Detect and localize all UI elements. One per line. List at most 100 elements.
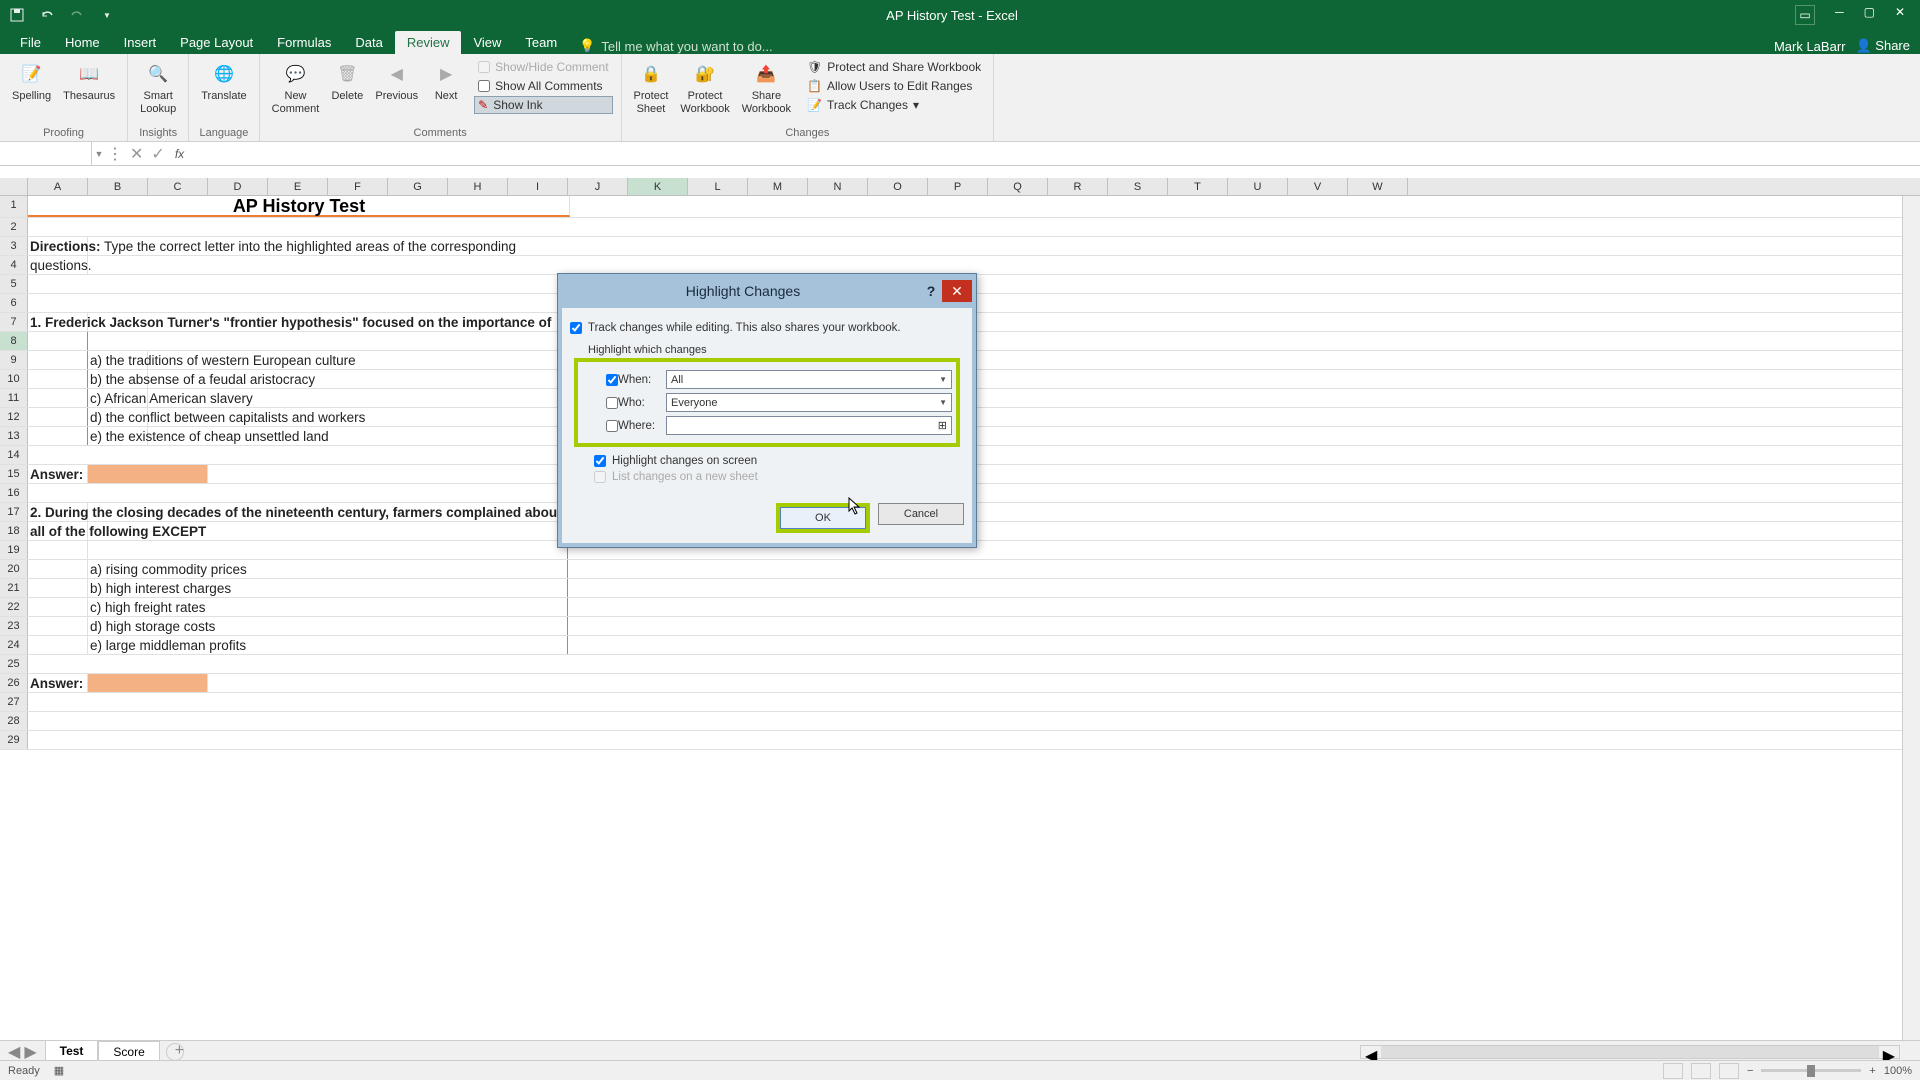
col-header[interactable]: W	[1348, 178, 1408, 195]
question-1[interactable]: 1. Frederick Jackson Turner's "frontier …	[28, 313, 88, 331]
tab-page-layout[interactable]: Page Layout	[168, 31, 265, 54]
tab-insert[interactable]: Insert	[112, 31, 169, 54]
col-header[interactable]: U	[1228, 178, 1288, 195]
row-header[interactable]: 2	[0, 218, 28, 236]
answer-option[interactable]: a) rising commodity prices	[88, 560, 568, 578]
show-ink-button[interactable]: ✎ Show Ink	[474, 96, 612, 114]
new-comment-button[interactable]: 💬New Comment	[268, 58, 324, 117]
macro-icon[interactable]: ▦	[54, 1064, 64, 1077]
col-header[interactable]: K	[628, 178, 688, 195]
row-header[interactable]: 1	[0, 196, 28, 217]
col-header[interactable]: O	[868, 178, 928, 195]
dialog-close-icon[interactable]: ✕	[942, 280, 972, 302]
row-header[interactable]: 5	[0, 275, 28, 293]
track-changes-checkbox[interactable]	[570, 322, 582, 334]
where-checkbox[interactable]	[606, 420, 618, 432]
row-header[interactable]: 17	[0, 503, 28, 521]
col-header[interactable]: N	[808, 178, 868, 195]
vertical-scrollbar[interactable]	[1902, 196, 1920, 1040]
answer-option[interactable]: e) the existence of cheap unsettled land	[88, 427, 148, 445]
col-header[interactable]: H	[448, 178, 508, 195]
close-icon[interactable]: ✕	[1895, 5, 1905, 25]
dialog-help-icon[interactable]: ?	[920, 283, 942, 299]
zoom-level[interactable]: 100%	[1884, 1065, 1912, 1077]
maximize-icon[interactable]: ▢	[1864, 5, 1875, 25]
zoom-slider[interactable]	[1761, 1069, 1861, 1072]
title-cell[interactable]: AP History Test	[28, 196, 570, 217]
enter-formula-icon[interactable]: ✓	[151, 144, 164, 164]
col-header[interactable]: V	[1288, 178, 1348, 195]
col-header[interactable]: B	[88, 178, 148, 195]
col-header[interactable]: Q	[988, 178, 1048, 195]
tab-data[interactable]: Data	[343, 31, 394, 54]
col-header[interactable]: D	[208, 178, 268, 195]
when-checkbox[interactable]	[606, 374, 618, 386]
col-header[interactable]: I	[508, 178, 568, 195]
answer-input-cell[interactable]	[88, 465, 208, 483]
col-header[interactable]: P	[928, 178, 988, 195]
next-comment-button[interactable]: ▶Next	[426, 58, 466, 105]
answer-option[interactable]: d) the conflict between capitalists and …	[88, 408, 148, 426]
name-box-dropdown-icon[interactable]: ▼	[92, 149, 106, 159]
col-header[interactable]: R	[1048, 178, 1108, 195]
name-box[interactable]	[0, 142, 92, 165]
answer-input-cell[interactable]	[88, 674, 208, 692]
tab-file[interactable]: File	[8, 31, 53, 54]
row-header[interactable]: 20	[0, 560, 28, 578]
row-header[interactable]: 14	[0, 446, 28, 464]
view-page-layout-icon[interactable]	[1691, 1063, 1711, 1079]
row-header[interactable]: 8	[0, 332, 28, 350]
answer-option[interactable]: c) African American slavery	[88, 389, 148, 407]
when-dropdown[interactable]: All▼	[666, 370, 952, 389]
share-button[interactable]: 👤 Share	[1855, 38, 1910, 54]
tab-view[interactable]: View	[461, 31, 513, 54]
col-header[interactable]: S	[1108, 178, 1168, 195]
smart-lookup-button[interactable]: 🔍Smart Lookup	[136, 58, 180, 117]
qa-customize-icon[interactable]: ▼	[98, 6, 116, 24]
user-name[interactable]: Mark LaBarr	[1774, 39, 1846, 54]
answer-label[interactable]: Answer:	[28, 674, 88, 692]
answer-option[interactable]: b) high interest charges	[88, 579, 568, 597]
answer-label[interactable]: Answer:	[28, 465, 88, 483]
track-changes-button[interactable]: 📝 Track Changes ▾	[803, 96, 985, 114]
col-header[interactable]: A	[28, 178, 88, 195]
translate-button[interactable]: 🌐Translate	[197, 58, 250, 105]
spelling-button[interactable]: 📝Spelling	[8, 58, 55, 105]
minimize-icon[interactable]: ─	[1835, 5, 1844, 25]
protect-workbook-button[interactable]: 🔐Protect Workbook	[676, 58, 733, 117]
share-workbook-button[interactable]: 📤Share Workbook	[738, 58, 795, 117]
col-header[interactable]: M	[748, 178, 808, 195]
row-header[interactable]: 24	[0, 636, 28, 654]
row-header[interactable]: 13	[0, 427, 28, 445]
cell[interactable]: questions.	[28, 256, 88, 274]
select-all-cell[interactable]	[0, 178, 28, 195]
add-sheet-icon[interactable]: +	[166, 1043, 184, 1061]
row-header[interactable]: 15	[0, 465, 28, 483]
row-header[interactable]: 25	[0, 655, 28, 673]
view-page-break-icon[interactable]	[1719, 1063, 1739, 1079]
sheet-next-icon[interactable]: ▶	[24, 1042, 36, 1062]
answer-option[interactable]: c) high freight rates	[88, 598, 568, 616]
tab-team[interactable]: Team	[513, 31, 569, 54]
fx-icon[interactable]: fx	[171, 147, 188, 161]
tell-me-search[interactable]: 💡 Tell me what you want to do...	[569, 38, 1774, 54]
sheet-prev-icon[interactable]: ◀	[8, 1042, 20, 1062]
where-input[interactable]: ⊞	[666, 416, 952, 435]
highlight-screen-checkbox[interactable]	[594, 455, 606, 467]
range-picker-icon[interactable]: ⊞	[938, 419, 947, 432]
col-header[interactable]: L	[688, 178, 748, 195]
who-checkbox[interactable]	[606, 397, 618, 409]
row-header[interactable]: 28	[0, 712, 28, 730]
tab-formulas[interactable]: Formulas	[265, 31, 343, 54]
answer-option[interactable]: b) the absense of a feudal aristocracy	[88, 370, 148, 388]
answer-option[interactable]: a) the traditions of western European cu…	[88, 351, 148, 369]
redo-icon[interactable]	[68, 6, 86, 24]
row-header[interactable]: 11	[0, 389, 28, 407]
ribbon-options-icon[interactable]: ▭	[1795, 5, 1815, 25]
tab-home[interactable]: Home	[53, 31, 112, 54]
show-hide-comment-button[interactable]: Show/Hide Comment	[474, 58, 612, 76]
row-header[interactable]: 22	[0, 598, 28, 616]
cancel-button[interactable]: Cancel	[878, 503, 964, 525]
row-header[interactable]: 23	[0, 617, 28, 635]
row-header[interactable]: 6	[0, 294, 28, 312]
